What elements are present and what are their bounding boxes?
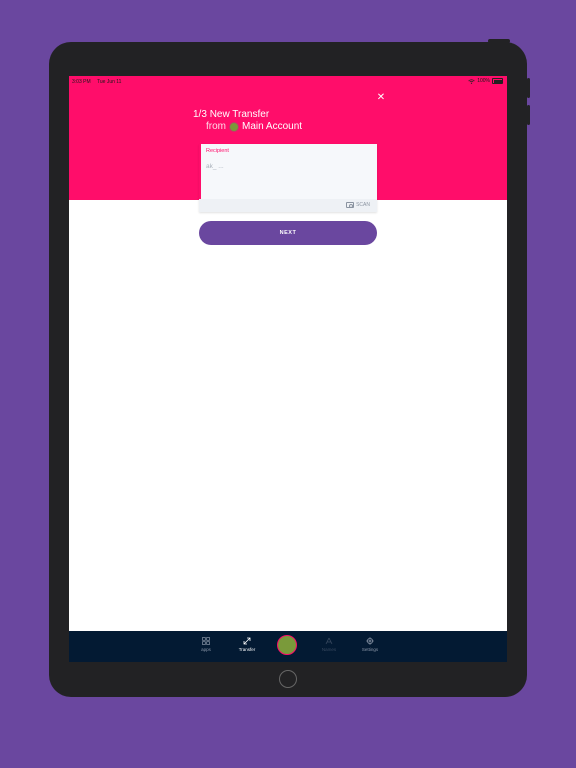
close-button[interactable]: ✕ — [375, 92, 387, 104]
transfer-icon — [243, 637, 251, 645]
tab-settings[interactable]: Settings — [350, 637, 390, 657]
tab-names[interactable]: Names — [309, 637, 349, 657]
status-date: Tue Jun 11 — [97, 79, 122, 85]
scan-label: SCAN — [356, 202, 370, 208]
title-text: New Transfer — [209, 109, 270, 120]
recipient-field[interactable]: Recipient ak_ ... SCAN — [199, 144, 377, 212]
top-button — [488, 39, 510, 43]
volume-down-button — [527, 105, 530, 125]
status-bar: 3:03 PM Tue Jun 11 100% — [69, 76, 507, 86]
battery-icon — [492, 78, 503, 84]
status-time: 3:03 PM — [72, 79, 91, 85]
account-name: Main Account — [242, 121, 303, 132]
account-avatar — [229, 121, 239, 132]
wifi-icon — [468, 78, 475, 84]
gear-icon — [366, 637, 374, 645]
names-icon — [325, 637, 333, 645]
recipient-input[interactable]: ak_ ... — [206, 163, 224, 170]
tab-transfer[interactable]: Transfer — [227, 637, 267, 657]
recipient-label: Recipient — [206, 148, 229, 154]
account-avatar-button[interactable] — [277, 635, 297, 655]
from-label: from — [206, 121, 226, 132]
tab-apps[interactable]: apps — [186, 637, 226, 657]
page-title: 1/3 New Transfer — [193, 109, 269, 120]
tab-bar: apps Transfer Names Settings — [69, 631, 507, 662]
status-right: 100% — [468, 78, 503, 84]
step-indicator: 1/3 — [193, 109, 207, 120]
tab-settings-label: Settings — [361, 647, 379, 652]
close-icon: ✕ — [376, 92, 386, 103]
battery-percent: 100% — [477, 78, 490, 84]
recipient-footer: SCAN — [199, 199, 377, 212]
grid-icon — [202, 637, 210, 645]
from-account: from Main Account — [206, 121, 302, 132]
next-button[interactable]: NEXT — [199, 221, 377, 245]
tab-transfer-label: Transfer — [238, 647, 256, 652]
tab-names-label: Names — [321, 647, 337, 652]
volume-up-button — [527, 78, 530, 98]
tab-apps-label: apps — [201, 647, 211, 652]
screen: 3:03 PM Tue Jun 11 100% ✕ 1/3 New Transf… — [69, 76, 507, 662]
scan-button[interactable]: SCAN — [346, 202, 370, 208]
home-button[interactable] — [279, 670, 297, 688]
camera-icon — [346, 202, 355, 208]
